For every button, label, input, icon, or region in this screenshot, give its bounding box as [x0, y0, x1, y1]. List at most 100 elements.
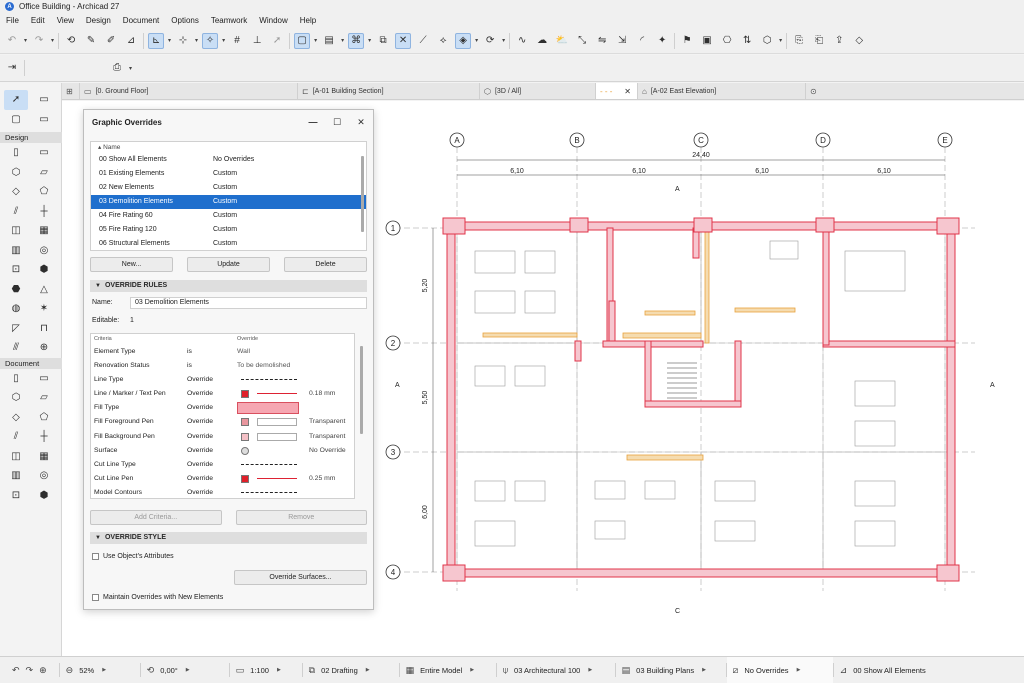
grid-snap-icon[interactable]: # [229, 33, 245, 49]
zoom-previous-icon[interactable]: ↶ [12, 665, 20, 676]
snap-guides-dropdown-icon[interactable]: ▾ [195, 37, 198, 44]
list-item[interactable]: 04 Fire Rating 60 Custom [91, 209, 366, 223]
wall-end-icon[interactable]: ⊓ [32, 319, 56, 339]
fillet-icon[interactable]: ◜ [634, 33, 650, 49]
guide-lines-icon[interactable]: ⊾ [148, 32, 165, 49]
mep-icon[interactable]: ⊕ [32, 338, 56, 358]
list-item[interactable]: 06 Structural Elements Custom [91, 237, 366, 251]
list-item[interactable]: 00 Show All Elements No Overrides [91, 153, 366, 167]
sync-icon[interactable]: ⇅ [739, 33, 755, 49]
flag-icon[interactable]: ⚑ [679, 33, 695, 49]
send-icon[interactable]: ⇪ [831, 33, 847, 49]
railing-icon[interactable]: ┼ [32, 202, 56, 222]
menu-edit[interactable]: Edit [31, 16, 45, 25]
stair-icon[interactable]: ⫽ [4, 202, 28, 222]
menu-design[interactable]: Design [86, 16, 111, 25]
arc-icon[interactable]: ┼ [32, 427, 56, 447]
table-row[interactable]: Renovation Status is To be demolished [91, 359, 354, 373]
window-icon[interactable]: ▦ [32, 221, 56, 241]
tab-building-section[interactable]: ⊏ [A-01 Building Section] [298, 83, 480, 99]
close-icon[interactable]: ✕ [349, 117, 373, 128]
zoom-in-icon[interactable]: ⊕ [39, 665, 47, 676]
layout-icon[interactable]: ▣ [699, 33, 715, 49]
lamp-icon[interactable]: ✶ [32, 299, 56, 319]
name-field[interactable]: 03 Demolition Elements [130, 297, 367, 309]
pointer-dim-icon[interactable]: ➚ [269, 33, 285, 49]
cut-pen-swatch[interactable] [241, 474, 249, 483]
list-header[interactable]: ▴ Name [91, 142, 366, 153]
snap-guides-icon[interactable]: ⊹ [175, 33, 191, 49]
ruler-icon[interactable]: ⊿ [123, 33, 139, 49]
rotate-dropdown-icon[interactable]: ▾ [502, 37, 505, 44]
design-section-label[interactable]: Design [0, 132, 62, 143]
offset-icon[interactable]: ⧉ [375, 33, 391, 49]
curve-icon[interactable]: ∿ [514, 33, 530, 49]
list-item[interactable]: 05 Fire Rating 120 Custom [91, 223, 366, 237]
teamwork-icon[interactable]: ⎔ [719, 33, 735, 49]
override-rules-section[interactable]: ▼ OVERRIDE RULES [90, 280, 367, 292]
fill-fg-swatch[interactable] [241, 418, 249, 427]
roof-icon[interactable]: ◇ [4, 182, 28, 202]
menu-window[interactable]: Window [259, 16, 287, 25]
geometry-dropdown-icon[interactable]: ▾ [314, 37, 317, 44]
line-icon[interactable]: ⫽ [4, 427, 28, 447]
floor-plan-canvas[interactable]: A B C D E 1 2 3 4 24,40 6,10 6,10 6,10 6,10 5,20 5,50 6,… [375, 101, 1024, 656]
column-icon[interactable]: ▭ [32, 143, 56, 163]
list-item[interactable]: 01 Existing Elements Custom [91, 167, 366, 181]
marquee-icon[interactable]: ▭ [32, 90, 56, 110]
beam-icon[interactable]: ⬡ [4, 163, 28, 183]
drawing-icon[interactable]: ⬢ [32, 486, 56, 506]
geometry-method-icon[interactable]: ▢ [294, 32, 311, 49]
add-criteria-button[interactable]: Add Criteria... [90, 510, 222, 525]
zoom-next-icon[interactable]: ↷ [26, 665, 34, 676]
morph-icon[interactable]: ◍ [4, 299, 28, 319]
maintain-overrides-checkbox[interactable] [92, 594, 99, 601]
adjust-icon[interactable]: ◈ [455, 32, 472, 49]
new-button[interactable]: New... [90, 257, 173, 272]
list-item[interactable]: 02 New Elements Custom [91, 181, 366, 195]
curtain-wall-icon[interactable]: ▥ [4, 241, 28, 261]
tab-navigator[interactable]: ⊙ [806, 83, 826, 99]
trim-icon[interactable]: ⟋ [415, 33, 431, 49]
override-style-section[interactable]: ▼ OVERRIDE STYLE [90, 532, 367, 544]
mesh-icon[interactable]: △ [32, 280, 56, 300]
table-row[interactable]: Line / Marker / Text Pen Override 0.18 mm [91, 387, 354, 401]
shell-icon[interactable]: ⬠ [32, 182, 56, 202]
fill-type-swatch[interactable] [237, 402, 299, 415]
override-surfaces-button[interactable]: Override Surfaces... [234, 570, 367, 585]
document-dropdown-icon[interactable]: ▾ [341, 37, 344, 44]
list-scrollbar[interactable] [361, 156, 364, 232]
update-button[interactable]: Update [187, 257, 270, 272]
table-row[interactable]: Cut Line Type Override [91, 458, 354, 472]
tab-east-elevation[interactable]: ⌂ [A-02 East Elevation] [638, 83, 806, 99]
redo-dropdown-icon[interactable]: ▾ [51, 37, 54, 44]
spline-icon[interactable]: ▥ [4, 466, 28, 486]
tab-3d[interactable]: ⬡ [3D / All] [480, 83, 596, 99]
cloud-alt-icon[interactable]: ⛅ [554, 33, 570, 49]
use-object-attributes-checkbox[interactable] [92, 553, 99, 560]
table-row[interactable]: Surface Override No Override [91, 444, 354, 458]
fill-bg-swatch[interactable] [241, 432, 249, 441]
resize-icon[interactable]: ⤡ [574, 33, 590, 49]
opening-icon[interactable]: ⊡ [4, 260, 28, 280]
explode-icon[interactable]: ✦ [654, 33, 670, 49]
cube-dropdown-icon[interactable]: ▾ [779, 37, 782, 44]
table-row[interactable]: Fill Background Pen Override Transparent [91, 430, 354, 444]
surface-swatch-icon[interactable] [241, 446, 249, 455]
level-dim-icon[interactable]: ▭ [32, 369, 56, 389]
printer-icon[interactable]: ⎙ [109, 60, 125, 76]
zone-icon[interactable]: ⬣ [4, 280, 28, 300]
cloud-icon[interactable]: ☁ [534, 33, 550, 49]
adjust-dropdown-icon[interactable]: ▾ [475, 37, 478, 44]
skylight-icon[interactable]: ◎ [32, 241, 56, 261]
remove-button[interactable]: Remove [235, 510, 367, 525]
undo-icon[interactable]: ↶ [4, 33, 20, 49]
pen-set-control[interactable]: ⍦ 03 Architectural 100 ▶ [497, 657, 615, 683]
eyedropper-icon[interactable]: ✎ [83, 33, 99, 49]
rect-select-icon[interactable]: ▢ [4, 110, 28, 130]
table-row[interactable]: Fill Foreground Pen Override Transparent [91, 415, 354, 429]
wall-icon[interactable]: ▯ [4, 143, 28, 163]
find-select-icon[interactable]: ⟲ [63, 33, 79, 49]
table-row[interactable]: Line Type Override [91, 373, 354, 387]
transform-dropdown-icon[interactable]: ▾ [368, 37, 371, 44]
